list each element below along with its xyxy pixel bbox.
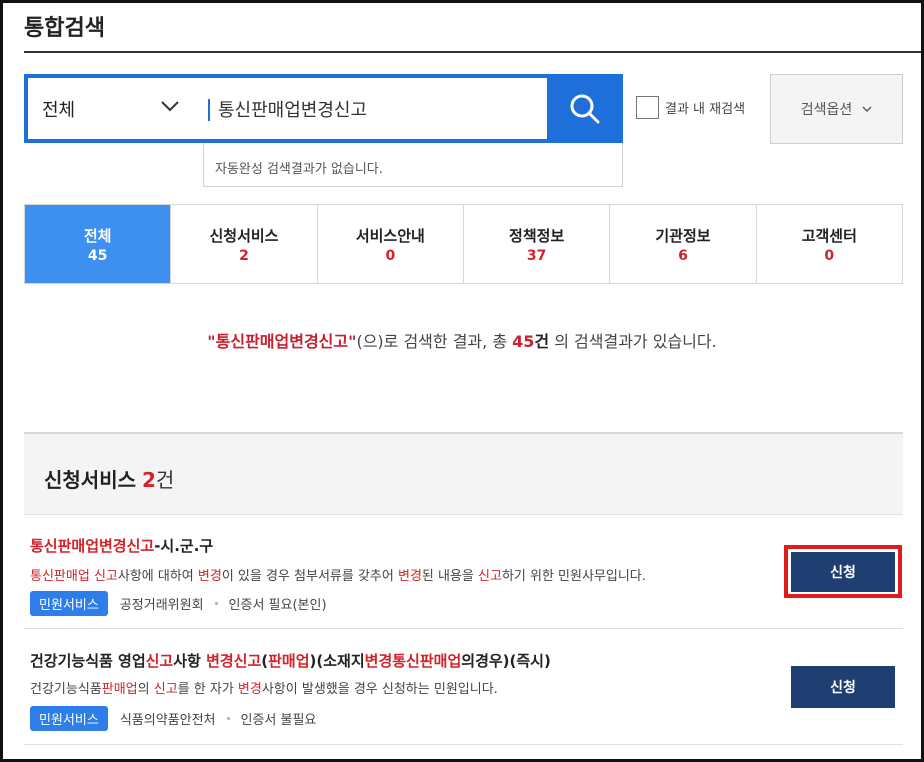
tab-label: 고객센터 [801,226,857,245]
row-divider [24,628,903,629]
chevron-down-icon [161,101,179,112]
autocomplete-dropdown: 자동완성 검색결과가 없습니다. [203,143,623,187]
result-description: 통신판매업 신고사항에 대하여 변경이 있을 경우 첨부서류를 갖추어 변경된 … [30,565,646,584]
result-cert: 인증서 불필요 [240,713,317,728]
result-title[interactable]: 건강기능식품 영업신고사항 변경신고(판매업)(소재지변경통신판매업의경우)(즉… [30,650,551,671]
title-part: 변경신고 [206,652,262,670]
result-summary: "통신판매업변경신고"(으)로 검색한 결과, 총 45건 의 검색결과가 있습… [0,328,924,352]
desc-part: 된 내용을 [421,569,479,584]
search-box: 전체 [24,74,623,143]
tab-label: 서비스안내 [355,226,425,245]
scope-select[interactable]: 전체 [28,78,208,139]
section-title-label: 신청서비스 [44,468,136,492]
research-label: 결과 내 재검색 [665,102,746,117]
desc-part: 신고 [93,569,118,584]
result-item: 통신판매업변경신고-시.군.구 통신판매업 신고사항에 대하여 변경이 있을 경… [24,535,903,625]
research-checkbox[interactable] [636,96,659,119]
result-meta: 민원서비스 공정거래위원회 인증서 필요(본인) [30,591,327,616]
research-option: 결과 내 재검색 [636,96,745,119]
tab-label: 신청서비스 [209,226,279,245]
tab-count: 6 [678,247,688,264]
title-part: 건강기능식품 영업 [30,652,146,670]
title-part: )(소재지 [309,652,365,670]
category-badge: 민원서비스 [30,591,108,616]
tab-count: 45 [87,247,108,264]
desc-part: 사항에 대하여 [117,569,198,584]
tab-count: 37 [526,247,547,264]
tab-label: 기관정보 [655,226,711,245]
category-tabs: 전체 45 신청서비스 2 서비스안내 0 정책정보 37 기관정보 6 고객센… [24,204,903,284]
row-divider [24,744,903,745]
desc-part: 판매업 [101,682,138,697]
desc-part: 의 [137,682,154,697]
page-title: 통합검색 [24,16,105,41]
tab-all[interactable]: 전체 45 [25,205,172,283]
title-rule [24,51,921,53]
meta-separator [214,602,218,605]
summary-unit: 건 [534,332,550,351]
title-part: 의경우)(즉시) [461,652,551,670]
tab-count: 0 [824,247,835,264]
result-title-rest: -시.군.구 [154,537,214,555]
result-item: 건강기능식품 영업신고사항 변경신고(판매업)(소재지변경통신판매업의경우)(즉… [24,650,903,740]
desc-part: 를 한 자가 [177,682,238,697]
desc-part: 사항이 발생했을 경우 신청하는 민원입니다. [261,682,498,697]
summary-keyword: "통신판매업변경신고" [207,332,357,351]
summary-count: 45 [512,332,535,351]
tab-application-service[interactable]: 신청서비스 2 [171,205,318,283]
tab-label: 정책정보 [509,226,565,245]
tab-label: 전체 [83,226,112,245]
search-input[interactable] [218,90,538,128]
tab-policy-info[interactable]: 정책정보 37 [463,205,611,283]
tab-count: 2 [239,247,249,264]
search-button[interactable] [547,78,623,139]
desc-part: 변경 [237,682,262,697]
tab-agency-info[interactable]: 기관정보 6 [610,205,757,283]
tab-count: 0 [385,247,396,264]
apply-button[interactable]: 신청 [791,552,895,592]
category-badge: 민원서비스 [30,706,108,731]
tab-customer-center[interactable]: 고객센터 0 [756,205,902,283]
result-meta: 민원서비스 식품의약품안전처 인증서 불필요 [30,706,316,731]
title-part: 사항 [173,652,207,670]
section-unit: 건 [155,468,175,492]
title-part: 신고 [145,652,174,670]
title-part: 변경통신판매업 [364,652,462,670]
desc-part: 신고 [153,682,178,697]
desc-part: 신고 [478,569,502,584]
title-part: 판매업 [268,652,310,670]
desc-part: 변경 [397,569,422,584]
section-header: 신청서비스 2건 [24,432,903,515]
desc-part: 하기 위한 민원사무입니다. [501,569,646,584]
scope-select-label: 전체 [42,99,76,121]
section-title: 신청서비스 2건 [44,464,174,493]
desc-part: 건강기능식품 [30,682,102,697]
result-description: 건강기능식품판매업의 신고를 한 자가 변경사항이 발생했을 경우 신청하는 민… [30,678,498,697]
search-options-button[interactable]: 검색옵션 [770,74,903,144]
chevron-down-icon [862,106,872,112]
summary-text-a: (으)로 검색한 결과, 총 [356,332,513,351]
desc-part: 이 있을 경우 첨부서류를 갖추어 [221,569,398,584]
search-icon [570,94,600,123]
result-title-highlight: 통신판매업변경신고 [30,537,155,555]
result-org: 식품의약품안전처 [119,713,216,728]
result-title[interactable]: 통신판매업변경신고-시.군.구 [30,535,213,556]
result-org: 공정거래위원회 [119,598,204,613]
summary-text-b: 의 검색결과가 있습니다. [549,332,717,351]
meta-separator [226,717,230,720]
section-count: 2 [142,468,156,492]
desc-part: 통신판매업 [30,569,90,584]
desc-part: 변경 [197,569,222,584]
apply-button[interactable]: 신청 [791,666,895,708]
input-cursor-divider [208,99,210,121]
search-options-label: 검색옵션 [800,102,853,118]
tab-service-guide[interactable]: 서비스안내 0 [317,205,464,283]
result-cert: 인증서 필요(본인) [228,598,327,613]
